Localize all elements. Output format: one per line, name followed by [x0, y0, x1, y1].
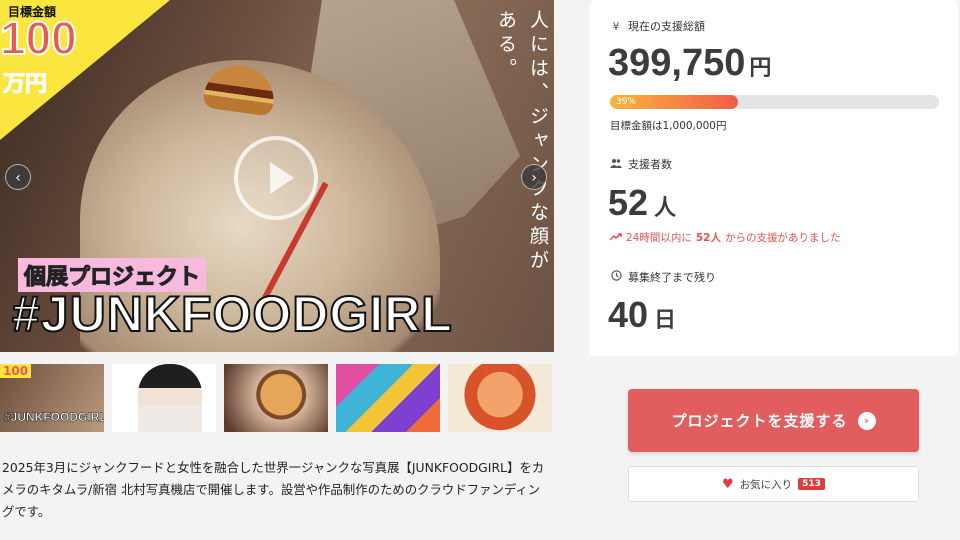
project-hero-image[interactable]: 目標金額 100 万円 人には、ジャンクな顔がある。 ‹ › 個展プロジェクト … [0, 0, 554, 352]
total-label-row: ¥ 現在の支援総額 [610, 18, 706, 34]
remaining-label-row: 募集終了まで残り [610, 269, 716, 285]
clock-icon [610, 270, 622, 284]
favorite-button[interactable]: ♥ お気に入り 513 [628, 466, 919, 502]
target-amount: 目標金額は1,000,000円 [610, 120, 727, 132]
hero-vertical-copy: 人には、ジャンクな顔がある。 [495, 10, 549, 274]
backers-label: 支援者数 [628, 158, 672, 171]
carousel-prev-button[interactable]: ‹ [5, 164, 31, 190]
portrait-shape [138, 364, 202, 432]
thumbnail-5[interactable] [448, 364, 552, 432]
recent-suffix: からの支援がありました [725, 232, 841, 244]
total-amount-value: 399,750 [608, 42, 746, 84]
trend-up-icon [609, 232, 622, 244]
corner-amount: 100 [0, 12, 78, 64]
chevron-right-icon: › [857, 411, 876, 430]
total-label: 現在の支援総額 [628, 20, 705, 33]
total-amount: 399,750 円 [608, 42, 771, 85]
thumbnail-3[interactable] [224, 364, 328, 432]
backers-count-unit: 人 [654, 196, 677, 221]
corner-unit: 万円 [2, 72, 48, 98]
thumbnail-4[interactable] [336, 364, 440, 432]
thumbnail-strip: 100 #JUNKFOODGIRL [0, 364, 554, 432]
thumbnail-2[interactable] [112, 364, 216, 432]
backers-label-row: 支援者数 [610, 156, 672, 172]
thumbnail-1[interactable]: 100 #JUNKFOODGIRL [0, 364, 104, 432]
support-project-button[interactable]: プロジェクトを支援する › [628, 389, 919, 452]
progress-bar-fill: 39% [610, 95, 739, 109]
favorite-count-badge: 513 [798, 478, 825, 490]
recent-support-note: 24時間以内に 52人 からの支援がありました [609, 230, 841, 245]
remaining-days-value: 40 [608, 294, 649, 335]
remaining-label: 募集終了まで残り [628, 271, 716, 284]
remaining-days: 40 日 [608, 294, 676, 336]
funding-stats-card: ¥ 現在の支援総額 399,750 円 39% 目標金額は1,000,000円 支… [589, 0, 958, 356]
project-description: 2025年3月にジャンクフードと女性を融合した世界一ジャンクな写真展【JUNKF… [2, 460, 545, 519]
play-video-icon[interactable] [234, 136, 318, 220]
remaining-days-unit: 日 [654, 308, 677, 333]
carousel-next-button[interactable]: › [521, 164, 547, 190]
thumbnail-goal-amount: 100 [0, 364, 32, 378]
backers-count-value: 52 [608, 182, 649, 223]
progress-bar: 39% [610, 95, 939, 109]
recent-count: 52人 [695, 232, 721, 244]
favorite-label: お気に入り [739, 478, 793, 491]
heart-icon: ♥ [722, 476, 734, 492]
total-amount-unit: 円 [749, 56, 772, 81]
support-button-label: プロジェクトを支援する [671, 412, 848, 430]
thumbnail-title: #JUNKFOODGIRL [4, 410, 104, 425]
yen-icon: ¥ [612, 19, 620, 33]
recent-prefix: 24時間以内に [626, 232, 692, 244]
hero-title: #JUNKFOODGIRL [11, 285, 453, 343]
people-icon [610, 158, 622, 171]
backers-count: 52 人 [608, 182, 676, 224]
